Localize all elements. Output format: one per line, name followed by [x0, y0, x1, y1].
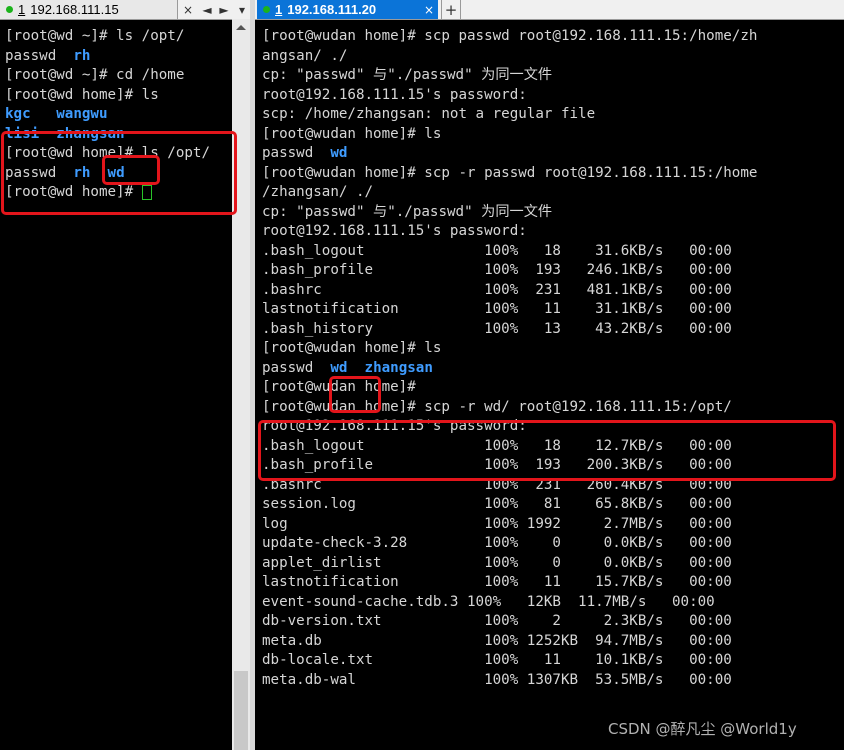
terminal-line: scp: /home/zhangsan: not a regular file — [262, 105, 842, 125]
line-text: meta.db-wal 100% 1307KB 53.5MB/s 00:00 — [262, 671, 732, 688]
left-tab-bar: 1 192.168.111.15 × ◄ ► ▾ — [0, 0, 255, 20]
line-text: [root@wudan home]# scp passwd root@192.1… — [262, 28, 758, 44]
line-text: [root@wudan home]# ls — [262, 340, 442, 356]
line-text: root@192.168.111.15's password: — [262, 86, 527, 103]
terminal-line: passwd rh — [5, 47, 231, 67]
terminal-line: passwd wd — [262, 144, 842, 164]
scroll-up-icon[interactable] — [236, 25, 246, 30]
terminal-line: .bash_history 100% 13 43.2KB/s 00:00 — [262, 320, 842, 340]
directory-name: kgc — [5, 106, 31, 122]
terminal-line: .bash_logout 100% 18 31.6KB/s 00:00 — [262, 242, 842, 262]
line-text: [root@wudan home]# scp -r passwd root@19… — [262, 164, 758, 181]
scroll-tabs-right-icon[interactable]: ► — [216, 0, 232, 19]
terminal-line: lastnotification 100% 11 31.1KB/s 00:00 — [262, 300, 842, 320]
terminal-line: root@192.168.111.15's password: — [262, 86, 842, 106]
line-text: [root@wd home]# ls — [5, 86, 159, 103]
line-text: /zhangsan/ ./ — [262, 184, 374, 200]
tab-192-168-111-20[interactable]: 1 192.168.111.20 — [257, 0, 438, 19]
line-text: lastnotification 100% 11 31.1KB/s 00:00 — [262, 301, 732, 317]
line-text: db-locale.txt 100% 11 10.1KB/s 00:00 — [262, 652, 732, 668]
connected-status-icon — [6, 6, 13, 13]
new-tab-icon[interactable]: + — [441, 0, 461, 19]
terminal-line: update-check-3.28 100% 0 0.0KB/s 00:00 — [262, 534, 842, 554]
line-text: passwd — [262, 145, 331, 161]
line-text: angsan/ ./ — [262, 47, 348, 64]
terminal-line: applet_dirlist 100% 0 0.0KB/s 00:00 — [262, 554, 842, 574]
terminal-line: angsan/ ./ — [262, 47, 842, 67]
line-text: log 100% 1992 2.7MB/s 00:00 — [262, 515, 732, 532]
terminal-line: .bash_profile 100% 193 246.1KB/s 00:00 — [262, 261, 842, 281]
terminal-line: event-sound-cache.tdb.3 100% 12KB 11.7MB… — [262, 593, 842, 613]
terminal-line: .bashrc 100% 231 481.1KB/s 00:00 — [262, 281, 842, 301]
directory-name: wangwu — [56, 106, 108, 122]
line-text: meta.db 100% 1252KB 94.7MB/s 00:00 — [262, 632, 732, 649]
line-text: update-check-3.28 100% 0 0.0KB/s 00:00 — [262, 535, 732, 551]
tab-number: 1 — [18, 2, 26, 17]
close-tab-icon[interactable]: × — [421, 0, 437, 19]
line-text: passwd — [262, 359, 331, 376]
directory-name: zhangsan — [364, 359, 433, 376]
line-text: cp: "passwd" 与"./passwd" 为同一文件 — [262, 67, 553, 83]
line-text: .bashrc 100% 231 481.1KB/s 00:00 — [262, 281, 732, 298]
terminal-line: [root@wd ~]# cd /home — [5, 66, 231, 86]
tab-title: 192.168.111.20 — [287, 2, 377, 17]
line-text: db-version.txt 100% 2 2.3KB/s 00:00 — [262, 613, 732, 629]
line-text: cp: "passwd" 与"./passwd" 为同一文件 — [262, 203, 553, 220]
directory-name: wd — [330, 359, 348, 376]
terminal-line: kgc wangwu — [5, 105, 231, 125]
line-text: event-sound-cache.tdb.3 100% 12KB 11.7MB… — [262, 593, 715, 610]
highlight-box-scp-command — [258, 420, 836, 481]
line-text — [31, 106, 57, 122]
line-text: passwd — [5, 47, 74, 64]
line-text: session.log 100% 81 65.8KB/s 00:00 — [262, 496, 732, 512]
line-text: applet_dirlist 100% 0 0.0KB/s 00:00 — [262, 554, 732, 571]
highlight-box-wd-right — [329, 376, 381, 413]
watermark: CSDN @醉凡尘 @World1y — [608, 720, 797, 738]
line-text: .bash_history 100% 13 43.2KB/s 00:00 — [262, 320, 732, 337]
close-tab-icon[interactable]: × — [179, 0, 197, 19]
terminal-line: db-locale.txt 100% 11 10.1KB/s 00:00 — [262, 651, 842, 671]
highlight-box-wd-left — [102, 155, 160, 185]
directory-name: rh — [73, 47, 91, 64]
terminal-line: meta.db-wal 100% 1307KB 53.5MB/s 00:00 — [262, 671, 842, 691]
line-text: .bash_logout 100% 18 31.6KB/s 00:00 — [262, 242, 732, 259]
left-terminal-pane[interactable]: 1 192.168.111.15 × ◄ ► ▾ [root@wd ~]# ls… — [0, 0, 255, 750]
terminal-line: cp: "passwd" 与"./passwd" 为同一文件 — [262, 66, 842, 86]
terminal-line: lastnotification 100% 11 15.7KB/s 00:00 — [262, 573, 842, 593]
tab-list-dropdown-icon[interactable]: ▾ — [233, 0, 251, 19]
terminal-line: session.log 100% 81 65.8KB/s 00:00 — [262, 495, 842, 515]
terminal-line: [root@wudan home]# ls — [262, 125, 842, 145]
terminal-line: meta.db 100% 1252KB 94.7MB/s 00:00 — [262, 632, 842, 652]
terminal-line: log 100% 1992 2.7MB/s 00:00 — [262, 515, 842, 535]
line-text: scp: /home/zhangsan: not a regular file — [262, 106, 596, 122]
scroll-tabs-left-icon[interactable]: ◄ — [199, 0, 215, 19]
terminal-line: db-version.txt 100% 2 2.3KB/s 00:00 — [262, 612, 842, 632]
terminal-line: [root@wudan home]# scp passwd root@192.1… — [262, 27, 842, 47]
terminal-line: [root@wudan home]# ls — [262, 339, 842, 359]
terminal-line: /zhangsan/ ./ — [262, 183, 842, 203]
terminal-line: root@192.168.111.15's password: — [262, 222, 842, 242]
connected-status-icon — [263, 6, 270, 13]
terminal-line: [root@wudan home]# scp -r passwd root@19… — [262, 164, 842, 184]
terminal-line: [root@wd ~]# ls /opt/ — [5, 27, 231, 47]
scrollbar-thumb[interactable] — [234, 671, 248, 750]
line-text: .bash_profile 100% 193 246.1KB/s 00:00 — [262, 262, 732, 278]
directory-name: wd — [330, 145, 348, 161]
terminal-line: [root@wd home]# ls — [5, 86, 231, 106]
line-text: root@192.168.111.15's password: — [262, 223, 527, 239]
tab-title: 192.168.111.15 — [30, 2, 119, 17]
left-scrollbar[interactable] — [232, 19, 250, 750]
tab-number: 1 — [275, 2, 283, 17]
line-text — [347, 360, 364, 376]
line-text: [root@wudan home]# ls — [262, 125, 442, 142]
line-text: [root@wd ~]# ls /opt/ — [5, 28, 185, 44]
terminal-line: cp: "passwd" 与"./passwd" 为同一文件 — [262, 203, 842, 223]
line-text: lastnotification 100% 11 15.7KB/s 00:00 — [262, 574, 732, 590]
right-terminal-output[interactable]: [root@wudan home]# scp passwd root@192.1… — [262, 27, 842, 690]
line-text: [root@wd ~]# cd /home — [5, 67, 185, 83]
right-tab-bar: 1 192.168.111.20 × + — [255, 0, 844, 20]
tab-192-168-111-15[interactable]: 1 192.168.111.15 — [0, 0, 178, 19]
